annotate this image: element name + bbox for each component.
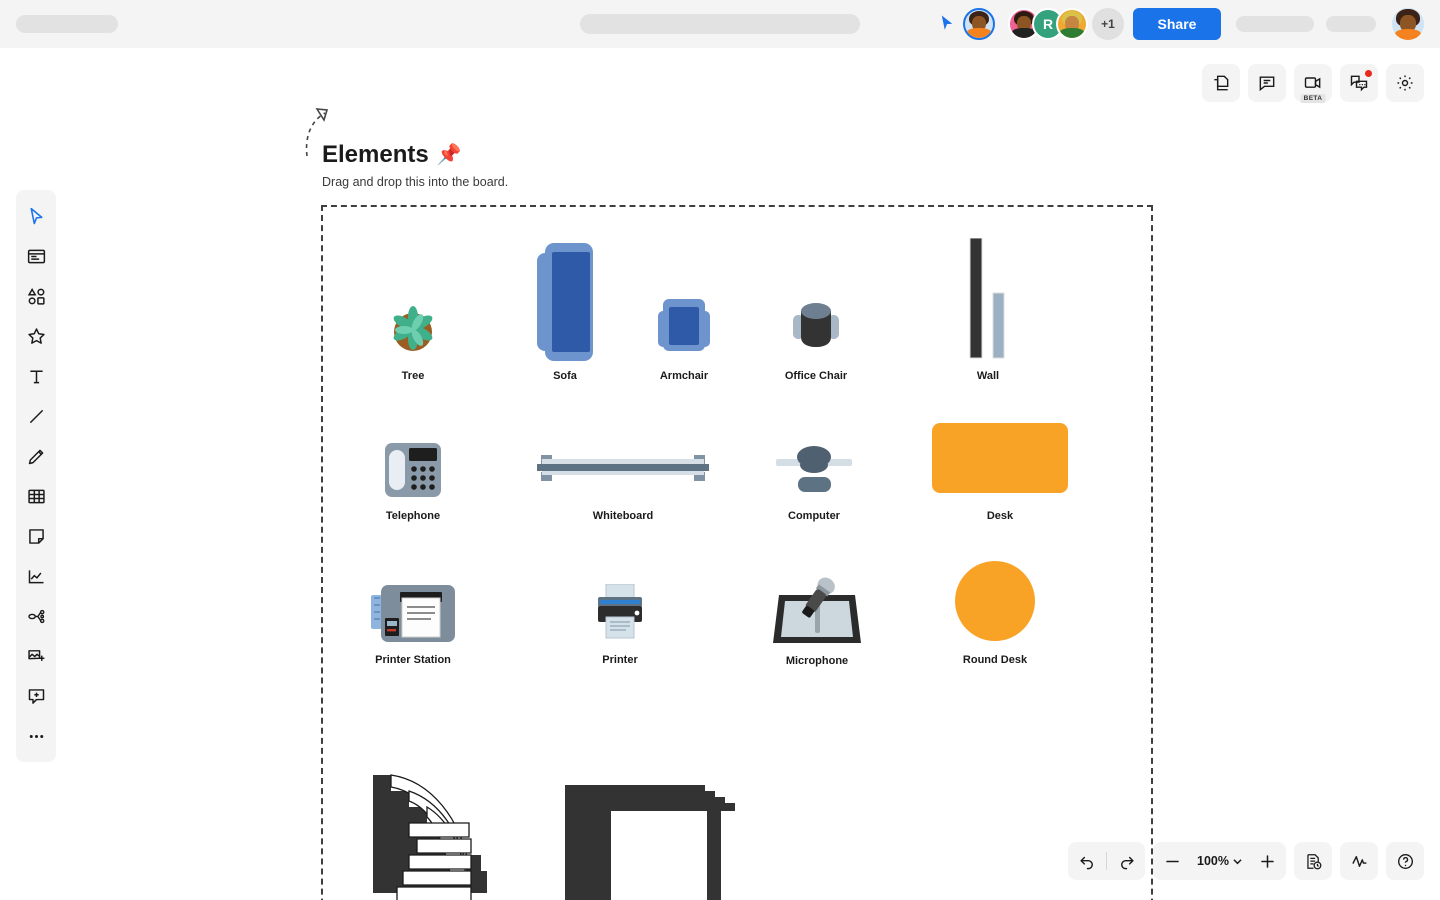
element-card-office-chair[interactable]: Office Chair: [785, 299, 847, 382]
printer-station-icon: [371, 585, 455, 650]
telephone-icon: [385, 443, 441, 502]
left-toolbar: [16, 190, 56, 762]
microphone-icon: [771, 577, 863, 654]
element-label: Sofa: [553, 370, 577, 382]
zoom-level-value: 100%: [1197, 854, 1229, 868]
undo-redo-group: [1068, 842, 1146, 880]
element-label: Printer: [602, 654, 638, 666]
my-avatar[interactable]: [963, 8, 995, 40]
collaborator-avatars[interactable]: R +1: [1008, 8, 1124, 40]
element-card-printer[interactable]: Printer: [591, 583, 649, 666]
comment-icon[interactable]: [1248, 64, 1286, 102]
zoom-group: 100%: [1153, 842, 1286, 880]
select-tool[interactable]: [16, 196, 56, 236]
element-label: Printer Station: [375, 654, 451, 666]
wall-icon: [966, 237, 1010, 368]
account-avatar[interactable]: [1392, 8, 1424, 40]
pointer-cursor-icon: [938, 14, 956, 32]
chat-icon[interactable]: [1340, 64, 1378, 102]
element-card-armchair[interactable]: Armchair: [658, 299, 710, 382]
stairs-icon: [369, 771, 499, 900]
desk-icon: [932, 423, 1068, 498]
comment-tool[interactable]: [16, 676, 56, 716]
stickers-tool[interactable]: [16, 316, 56, 356]
zoom-in-button[interactable]: [1248, 842, 1286, 880]
video-chat-icon[interactable]: BETA: [1294, 64, 1332, 103]
element-card-tree[interactable]: Tree: [387, 305, 439, 382]
gear-icon[interactable]: [1386, 64, 1424, 102]
avatar-overflow-count[interactable]: +1: [1092, 8, 1124, 40]
beta-badge: BETA: [1300, 94, 1326, 103]
board-canvas[interactable]: Elements 📌 Drag and drop this into the b…: [0, 48, 1440, 900]
undo-button[interactable]: [1068, 842, 1106, 880]
sticky-note-tool[interactable]: [16, 516, 56, 556]
element-label: Round Desk: [962, 654, 1028, 666]
frame-subtitle: Drag and drop this into the board.: [322, 175, 509, 189]
round-desk-icon: [955, 561, 1035, 646]
top-bar: R +1 Share: [0, 0, 1440, 48]
tree-icon: [387, 305, 439, 362]
more-tools[interactable]: [16, 716, 56, 756]
element-label: Armchair: [659, 370, 709, 382]
skeleton-toolbar-item-2: [1326, 16, 1376, 32]
help-icon[interactable]: [1386, 842, 1424, 880]
element-card-wall[interactable]: Wall: [966, 237, 1010, 382]
element-card-sofa[interactable]: Sofa: [537, 243, 593, 382]
notification-dot: [1365, 70, 1372, 77]
element-label: Computer: [788, 510, 840, 522]
element-label: Office Chair: [784, 370, 848, 382]
element-label: Tree: [401, 370, 425, 382]
element-card-printer-station[interactable]: Printer Station: [371, 585, 455, 666]
skeleton-board-menu: [16, 15, 118, 33]
room-wall-icon: [565, 785, 739, 900]
element-label: Microphone: [785, 655, 849, 667]
element-card-round-desk[interactable]: Round Desk: [955, 561, 1035, 666]
upload-image-tool[interactable]: [16, 636, 56, 676]
element-card-computer[interactable]: Computer: [776, 439, 852, 522]
activity-icon[interactable]: [1340, 842, 1378, 880]
element-card-room-wall[interactable]: [565, 785, 739, 900]
avatar[interactable]: [1056, 8, 1088, 40]
shapes-tool[interactable]: [16, 276, 56, 316]
armchair-icon: [658, 299, 710, 356]
element-card-microphone[interactable]: Microphone: [771, 577, 863, 667]
line-tool[interactable]: [16, 396, 56, 436]
redo-button[interactable]: [1107, 842, 1145, 880]
version-history-group: [1294, 842, 1332, 880]
text-tool[interactable]: [16, 356, 56, 396]
element-card-telephone[interactable]: Telephone: [385, 443, 441, 522]
pen-tool[interactable]: [16, 436, 56, 476]
chevron-down-icon: [1233, 858, 1242, 864]
zoom-out-button[interactable]: [1153, 842, 1191, 880]
right-toolbar: BETA: [1202, 64, 1424, 103]
pin-icon: 📌: [436, 144, 462, 166]
element-card-stairs[interactable]: [369, 771, 499, 900]
element-label: Telephone: [385, 510, 441, 522]
element-label: Whiteboard: [592, 510, 654, 522]
element-card-whiteboard[interactable]: Whiteboard: [537, 448, 709, 522]
pages-icon[interactable]: [1202, 64, 1240, 102]
skeleton-board-title: [580, 14, 860, 34]
chart-tool[interactable]: [16, 556, 56, 596]
bottom-toolbar: 100%: [1068, 842, 1424, 880]
activity-group: [1340, 842, 1378, 880]
version-history-icon[interactable]: [1294, 842, 1332, 880]
element-label: Desk: [986, 510, 1014, 522]
mindmap-tool[interactable]: [16, 596, 56, 636]
share-button[interactable]: Share: [1133, 8, 1221, 40]
element-label: Wall: [976, 370, 1000, 382]
element-card-desk[interactable]: Desk: [932, 423, 1068, 522]
computer-icon: [776, 439, 852, 500]
whiteboard-icon: [537, 448, 709, 491]
zoom-level-selector[interactable]: 100%: [1191, 854, 1248, 868]
frame-title[interactable]: Elements 📌: [322, 141, 462, 169]
templates-tool[interactable]: [16, 236, 56, 276]
sofa-icon: [537, 243, 593, 366]
table-tool[interactable]: [16, 476, 56, 516]
frame-title-text: Elements: [322, 141, 429, 168]
office-chair-icon: [792, 299, 840, 356]
printer-icon: [591, 583, 649, 647]
help-group: [1386, 842, 1424, 880]
skeleton-toolbar-item-1: [1236, 16, 1314, 32]
